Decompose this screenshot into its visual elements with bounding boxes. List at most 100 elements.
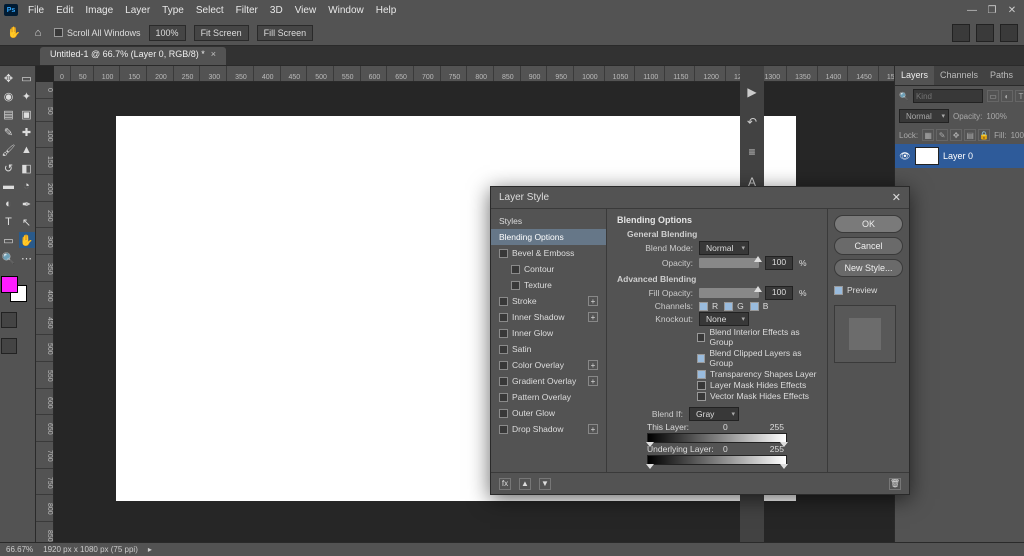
blend-mode-select[interactable]: Normal — [899, 109, 949, 123]
cancel-button[interactable]: Cancel — [834, 237, 903, 255]
eraser-tool-icon[interactable]: ◧ — [19, 160, 35, 176]
vectormask-hides-checkbox[interactable] — [697, 392, 706, 401]
style-checkbox[interactable] — [499, 297, 508, 306]
style-checkbox[interactable] — [499, 393, 508, 402]
color-swatches[interactable] — [1, 276, 27, 302]
opacity-value[interactable]: 100 — [765, 256, 793, 270]
style-item-outer-glow[interactable]: Outer Glow — [491, 405, 606, 421]
blend-interior-checkbox[interactable] — [697, 333, 705, 342]
scroll-all-windows-checkbox[interactable]: Scroll All Windows — [54, 28, 141, 38]
style-item-bevel-emboss[interactable]: Bevel & Emboss — [491, 245, 606, 261]
frame-tool-icon[interactable]: ▣ — [19, 106, 35, 122]
foreground-color[interactable] — [1, 276, 18, 293]
style-item-gradient-overlay[interactable]: Gradient Overlay+ — [491, 373, 606, 389]
ok-button[interactable]: OK — [834, 215, 903, 233]
tab-paths[interactable]: Paths — [984, 66, 1019, 85]
underlayer-gradient[interactable] — [647, 455, 787, 465]
style-item-contour[interactable]: Contour — [491, 261, 606, 277]
layer-name[interactable]: Layer 0 — [943, 151, 973, 161]
lock-icons[interactable]: ▦✎✥▤🔒 — [922, 129, 990, 141]
style-item-stroke[interactable]: Stroke+ — [491, 293, 606, 309]
style-checkbox[interactable] — [499, 329, 508, 338]
layer-filter-input[interactable] — [913, 89, 983, 103]
menu-edit[interactable]: Edit — [50, 5, 79, 16]
visibility-icon[interactable]: 👁 — [899, 150, 911, 162]
fx-icon[interactable]: fx — [499, 478, 511, 490]
tab-channels[interactable]: Channels — [934, 66, 984, 85]
menu-file[interactable]: File — [22, 5, 50, 16]
channel-g-checkbox[interactable] — [724, 302, 733, 311]
zoom-tool-icon[interactable]: 🔍 — [1, 250, 17, 266]
style-item-inner-glow[interactable]: Inner Glow — [491, 325, 606, 341]
style-item-blending-options[interactable]: Blending Options — [491, 229, 606, 245]
search-icon[interactable] — [1000, 24, 1018, 42]
style-checkbox[interactable] — [511, 265, 520, 274]
layer-row[interactable]: 👁 Layer 0 — [895, 144, 1024, 168]
menu-image[interactable]: Image — [79, 5, 119, 16]
style-checkbox[interactable] — [499, 425, 508, 434]
style-checkbox[interactable] — [499, 249, 508, 258]
opacity-slider[interactable] — [699, 258, 759, 268]
menu-window[interactable]: Window — [322, 5, 370, 16]
style-item-satin[interactable]: Satin — [491, 341, 606, 357]
blur-tool-icon[interactable]: ◔ — [19, 178, 35, 194]
zoom-percent[interactable]: 100% — [149, 25, 186, 41]
type-tool-icon[interactable]: T — [1, 214, 17, 230]
fillopacity-value[interactable]: 100 — [765, 286, 793, 300]
add-effect-icon[interactable]: + — [588, 376, 598, 386]
home-icon[interactable]: ⌂ — [30, 25, 46, 41]
add-effect-icon[interactable]: + — [588, 424, 598, 434]
dialog-close-icon[interactable]: ✕ — [892, 191, 901, 204]
add-effect-icon[interactable]: + — [588, 312, 598, 322]
style-item-texture[interactable]: Texture — [491, 277, 606, 293]
add-effect-icon[interactable]: + — [588, 296, 598, 306]
style-checkbox[interactable] — [499, 313, 508, 322]
dodge-tool-icon[interactable]: ◐ — [1, 196, 17, 212]
thislayer-gradient[interactable] — [647, 433, 787, 443]
transparency-shapes-checkbox[interactable] — [697, 370, 706, 379]
history-icon[interactable]: ↶ — [744, 114, 760, 130]
play-icon[interactable]: ▶ — [744, 84, 760, 100]
blendif-select[interactable]: Gray — [689, 407, 739, 421]
tab-layers[interactable]: Layers — [895, 66, 934, 85]
window-close-icon[interactable]: ✕ — [1004, 4, 1020, 16]
filter-icons[interactable]: ▭◐T▣◧ — [987, 90, 1024, 102]
move-up-icon[interactable]: ▲ — [519, 478, 531, 490]
trash-icon[interactable]: 🗑 — [889, 478, 901, 490]
fill-value[interactable]: 100% — [1011, 131, 1024, 140]
share-icon[interactable] — [976, 24, 994, 42]
history-brush-icon[interactable]: ↺ — [1, 160, 17, 176]
marquee-tool-icon[interactable]: ▭ — [19, 70, 35, 86]
gradient-tool-icon[interactable]: ▬ — [1, 178, 17, 194]
arrange-icon[interactable] — [952, 24, 970, 42]
menu-layer[interactable]: Layer — [119, 5, 156, 16]
menu-3d[interactable]: 3D — [264, 5, 289, 16]
menu-view[interactable]: View — [289, 5, 323, 16]
style-checkbox[interactable] — [499, 409, 508, 418]
layer-thumbnail[interactable] — [915, 147, 939, 165]
path-tool-icon[interactable]: ↖ — [19, 214, 35, 230]
window-minimize-icon[interactable]: — — [964, 4, 980, 16]
stamp-tool-icon[interactable]: ▲ — [19, 142, 35, 158]
hand-tool-icon[interactable]: ✋ — [19, 232, 35, 248]
channel-r-checkbox[interactable] — [699, 302, 708, 311]
move-tool-icon[interactable]: ✥ — [1, 70, 17, 86]
menu-help[interactable]: Help — [370, 5, 403, 16]
shape-tool-icon[interactable]: ▭ — [1, 232, 17, 248]
fit-screen-button[interactable]: Fit Screen — [194, 25, 249, 41]
style-item-color-overlay[interactable]: Color Overlay+ — [491, 357, 606, 373]
blend-clipped-checkbox[interactable] — [697, 354, 705, 363]
menu-type[interactable]: Type — [156, 5, 190, 16]
add-effect-icon[interactable]: + — [588, 360, 598, 370]
style-checkbox[interactable] — [511, 281, 520, 290]
ruler-icon[interactable]: ≡ — [744, 144, 760, 160]
brush-tool-icon[interactable]: 🖌 — [1, 142, 17, 158]
heal-tool-icon[interactable]: ✚ — [19, 124, 35, 140]
fill-screen-button[interactable]: Fill Screen — [257, 25, 314, 41]
fillopacity-slider[interactable] — [699, 288, 759, 298]
window-restore-icon[interactable]: ❐ — [984, 4, 1000, 16]
dialog-titlebar[interactable]: Layer Style ✕ — [491, 187, 909, 209]
menu-select[interactable]: Select — [190, 5, 230, 16]
doc-info[interactable]: 1920 px x 1080 px (75 ppi) — [43, 545, 138, 554]
pen-tool-icon[interactable]: ✒ — [19, 196, 35, 212]
